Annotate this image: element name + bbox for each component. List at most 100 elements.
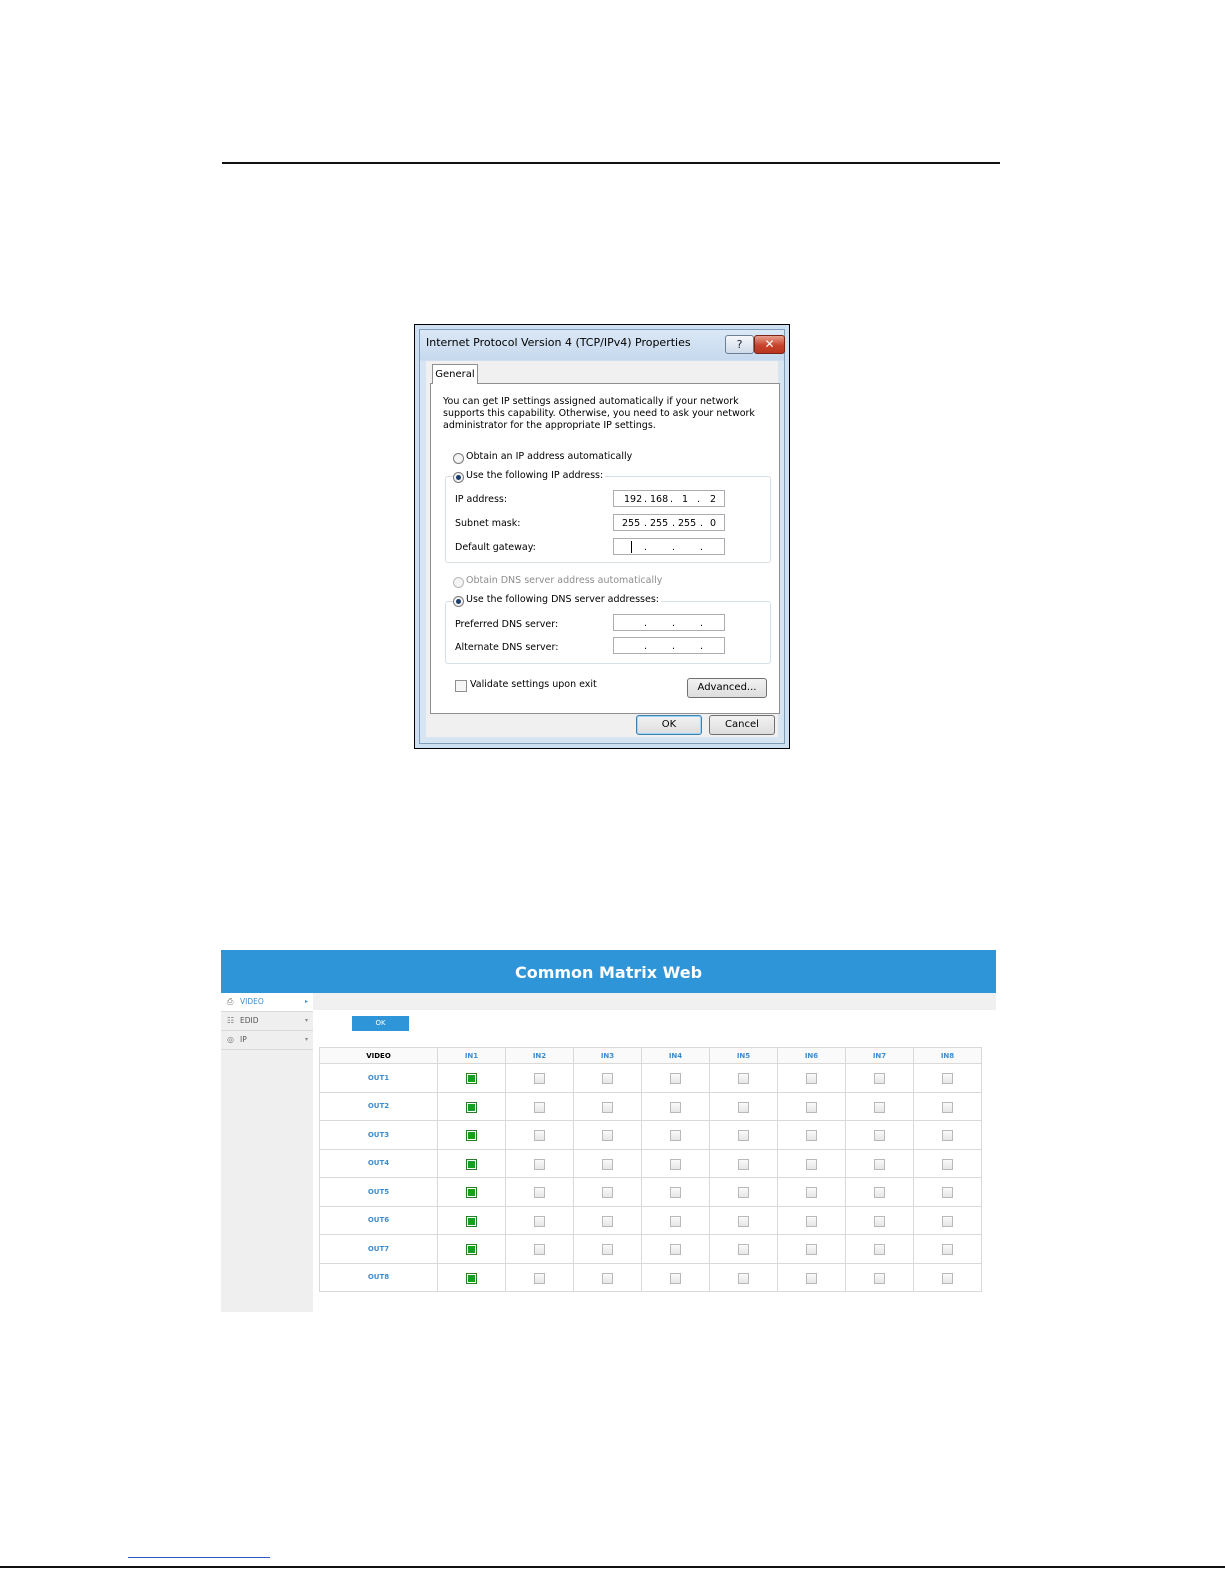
route-checkbox[interactable] <box>738 1272 749 1284</box>
route-checkbox[interactable] <box>738 1158 749 1170</box>
route-checkbox[interactable] <box>534 1073 545 1085</box>
advanced-button[interactable]: Advanced... <box>687 678 767 698</box>
route-checkbox-selected[interactable] <box>466 1272 477 1284</box>
route-checkbox-selected[interactable] <box>466 1244 477 1256</box>
route-checkbox-selected[interactable] <box>466 1101 477 1113</box>
route-checkbox[interactable] <box>874 1073 885 1085</box>
route-checkbox[interactable] <box>670 1272 681 1284</box>
route-checkbox[interactable] <box>806 1215 817 1227</box>
route-checkbox[interactable] <box>874 1187 885 1199</box>
route-checkbox[interactable] <box>738 1130 749 1142</box>
ip-auto-radio[interactable] <box>453 453 464 464</box>
validate-checkbox[interactable] <box>455 680 467 692</box>
route-checkbox-selected[interactable] <box>466 1158 477 1170</box>
route-checkbox[interactable] <box>738 1101 749 1113</box>
route-checkbox[interactable] <box>806 1130 817 1142</box>
sidebar-item-edid[interactable]: ☷ EDID ▾ <box>221 1012 313 1031</box>
route-checkbox[interactable] <box>670 1215 681 1227</box>
dns-manual-radio[interactable] <box>453 596 464 607</box>
cancel-button[interactable]: Cancel <box>709 715 775 735</box>
route-checkbox[interactable] <box>602 1073 613 1085</box>
content-topbar <box>313 993 996 1010</box>
route-checkbox[interactable] <box>806 1244 817 1256</box>
route-checkbox-selected[interactable] <box>466 1187 477 1199</box>
dns-auto-radio[interactable] <box>453 577 464 588</box>
alternate-dns-field[interactable]: ... <box>613 637 725 654</box>
route-checkbox[interactable] <box>670 1130 681 1142</box>
matrix-cell <box>777 1262 846 1292</box>
ip-manual-radio[interactable] <box>453 472 464 483</box>
tab-general[interactable]: General <box>432 364 478 384</box>
route-checkbox[interactable] <box>942 1130 953 1142</box>
route-checkbox[interactable] <box>670 1101 681 1113</box>
ok-button[interactable]: OK <box>636 715 702 735</box>
sidebar-item-ip[interactable]: ◎ IP ▾ <box>221 1031 313 1050</box>
subnet-mask-field[interactable]: 255. 255. 255. 0 <box>613 514 725 531</box>
route-checkbox[interactable] <box>602 1130 613 1142</box>
route-checkbox[interactable] <box>942 1215 953 1227</box>
route-checkbox[interactable] <box>534 1130 545 1142</box>
input-header: IN5 <box>709 1047 778 1064</box>
input-header: IN7 <box>845 1047 914 1064</box>
route-checkbox[interactable] <box>670 1073 681 1085</box>
ip-address-label: IP address: <box>455 494 508 505</box>
matrix-cell <box>437 1091 506 1121</box>
route-checkbox[interactable] <box>806 1158 817 1170</box>
route-checkbox[interactable] <box>874 1101 885 1113</box>
apply-ok-button[interactable]: OK <box>352 1016 409 1031</box>
route-checkbox[interactable] <box>534 1215 545 1227</box>
dns-group <box>445 601 771 664</box>
route-checkbox[interactable] <box>670 1244 681 1256</box>
route-checkbox[interactable] <box>602 1101 613 1113</box>
route-checkbox-selected[interactable] <box>466 1215 477 1227</box>
route-checkbox[interactable] <box>738 1215 749 1227</box>
route-checkbox[interactable] <box>602 1158 613 1170</box>
route-checkbox[interactable] <box>874 1215 885 1227</box>
sidebar-item-video[interactable]: ⎙ VIDEO ▸ <box>221 993 313 1012</box>
route-checkbox[interactable] <box>806 1101 817 1113</box>
input-header: IN8 <box>913 1047 982 1064</box>
route-checkbox[interactable] <box>738 1187 749 1199</box>
default-gateway-field[interactable]: ... <box>613 538 725 555</box>
route-checkbox[interactable] <box>534 1272 545 1284</box>
matrix-cell <box>709 1205 778 1235</box>
route-checkbox[interactable] <box>874 1272 885 1284</box>
route-checkbox[interactable] <box>874 1130 885 1142</box>
route-checkbox[interactable] <box>874 1158 885 1170</box>
matrix-cell <box>573 1063 642 1093</box>
ip-address-field[interactable]: 192. 168. 1. 2 <box>613 490 725 507</box>
matrix-cell <box>777 1063 846 1093</box>
route-checkbox[interactable] <box>670 1187 681 1199</box>
route-checkbox[interactable] <box>806 1187 817 1199</box>
sidebar-item-label: IP <box>240 1035 247 1044</box>
route-checkbox[interactable] <box>534 1187 545 1199</box>
route-checkbox[interactable] <box>942 1101 953 1113</box>
route-checkbox-selected[interactable] <box>466 1073 477 1085</box>
route-checkbox[interactable] <box>602 1272 613 1284</box>
route-checkbox[interactable] <box>806 1073 817 1085</box>
route-checkbox[interactable] <box>534 1101 545 1113</box>
route-checkbox[interactable] <box>942 1272 953 1284</box>
route-checkbox-selected[interactable] <box>466 1130 477 1142</box>
preferred-dns-field[interactable]: ... <box>613 614 725 631</box>
close-button[interactable]: ✕ <box>754 335 785 354</box>
help-button[interactable]: ? <box>725 335 754 354</box>
route-checkbox[interactable] <box>942 1244 953 1256</box>
route-checkbox[interactable] <box>738 1244 749 1256</box>
route-checkbox[interactable] <box>942 1158 953 1170</box>
route-checkbox[interactable] <box>806 1272 817 1284</box>
input-header: IN4 <box>641 1047 710 1064</box>
route-checkbox[interactable] <box>670 1158 681 1170</box>
route-checkbox[interactable] <box>942 1187 953 1199</box>
page-title: Common Matrix Web <box>221 950 996 993</box>
route-checkbox[interactable] <box>534 1244 545 1256</box>
route-checkbox[interactable] <box>534 1158 545 1170</box>
route-checkbox[interactable] <box>602 1215 613 1227</box>
route-checkbox[interactable] <box>602 1244 613 1256</box>
matrix-cell <box>913 1148 982 1178</box>
route-checkbox[interactable] <box>602 1187 613 1199</box>
route-checkbox[interactable] <box>874 1244 885 1256</box>
route-checkbox[interactable] <box>738 1073 749 1085</box>
route-checkbox[interactable] <box>942 1073 953 1085</box>
matrix-cell <box>573 1205 642 1235</box>
